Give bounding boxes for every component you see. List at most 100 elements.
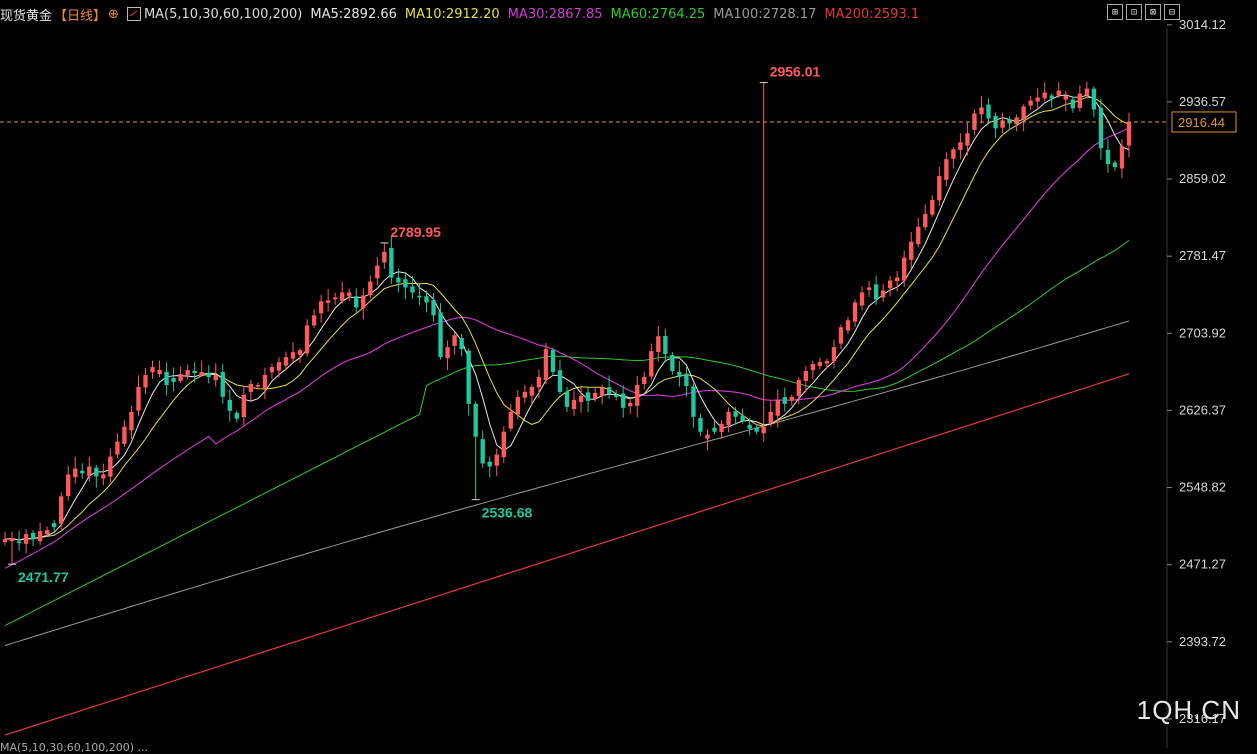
toolbar-fullscreen-icon[interactable]: ⊡	[1126, 4, 1142, 20]
candle-body	[916, 226, 921, 245]
candle-body	[852, 302, 858, 322]
ma-indicator-icon[interactable]	[126, 7, 141, 21]
candle-body	[663, 336, 668, 355]
candle-body	[410, 286, 415, 293]
candle-body	[87, 466, 92, 477]
candle-body	[248, 383, 254, 392]
candle-body	[122, 426, 127, 444]
candle-body	[887, 280, 893, 289]
instrument-title: 现货黄金	[0, 8, 53, 24]
candle-body	[937, 176, 942, 201]
candle-body	[642, 376, 647, 385]
candle-body	[389, 247, 394, 278]
candle-body	[621, 393, 626, 408]
candle-body	[199, 372, 204, 375]
candle-body	[108, 456, 113, 477]
candle-body	[23, 534, 29, 544]
candle-body	[297, 350, 303, 355]
candle-body	[986, 104, 991, 119]
ma60-line	[4, 239, 1130, 627]
candle-body	[782, 397, 787, 404]
candle-body	[1126, 122, 1132, 146]
add-indicator-icon[interactable]: ⊕	[108, 7, 119, 22]
period-selector[interactable]: 【日线】	[54, 5, 106, 24]
toolbar-minimize-icon[interactable]: ⊟	[1164, 4, 1180, 20]
candle-body	[255, 384, 261, 387]
candle-body	[866, 287, 872, 290]
candle-body	[838, 327, 844, 344]
ma200-value: MA200:2593.1	[824, 6, 920, 22]
candle-body	[227, 399, 232, 411]
candle-body	[1112, 162, 1118, 168]
candle-body	[438, 312, 443, 358]
candle-body	[311, 315, 317, 326]
candle-body	[902, 257, 907, 281]
ma60-value: MA60:2764.25	[610, 6, 706, 22]
candle-body	[94, 467, 99, 477]
candle-body	[431, 300, 436, 316]
candle-body	[347, 292, 352, 296]
candle-body	[747, 424, 752, 429]
candle-body	[515, 396, 521, 415]
candle-body	[178, 374, 183, 381]
candle-body	[1119, 146, 1125, 169]
candle-body	[1098, 107, 1104, 149]
candle-body	[452, 335, 457, 346]
candle-body	[1028, 100, 1033, 106]
ma100-value: MA100:2728.17	[713, 6, 817, 22]
candle-body	[909, 241, 914, 260]
candle-body	[164, 371, 169, 385]
candle-body	[59, 496, 64, 524]
toolbar-close-icon[interactable]: ⊠	[1145, 4, 1161, 20]
annotation-high-label: 2789.95	[390, 224, 441, 240]
candle-body	[192, 370, 197, 374]
candle-body	[831, 347, 837, 362]
candle-body	[571, 399, 577, 409]
ma-label: MA(5,10,30,60,100,200)	[143, 6, 303, 22]
y-tick-label: 2393.72	[1179, 634, 1226, 649]
candle-body	[796, 379, 802, 396]
candle-body	[684, 373, 689, 386]
candle-body	[670, 355, 675, 372]
candle-body	[157, 370, 162, 375]
candle-body	[487, 461, 492, 467]
candle-body	[923, 213, 928, 228]
ma200-line	[4, 373, 1130, 736]
ma5-line	[4, 94, 1130, 541]
candle-body	[1042, 92, 1047, 99]
candle-body	[810, 364, 816, 371]
candle-body	[824, 361, 830, 364]
candle-body	[213, 375, 218, 381]
candle-body	[51, 523, 57, 528]
candle-body	[480, 439, 485, 464]
candle-body	[220, 372, 225, 397]
candle-body	[37, 531, 43, 542]
candle-body	[761, 426, 766, 434]
candle-body	[880, 290, 886, 298]
candle-body	[873, 284, 879, 300]
price-chart[interactable]: 3014.122936.572859.022781.472703.922626.…	[0, 0, 1257, 748]
candle-body	[417, 295, 422, 298]
candle-body	[536, 376, 542, 388]
candle-body	[754, 427, 759, 432]
candle-body	[859, 292, 865, 306]
candle-body	[361, 295, 366, 309]
candle-body	[234, 412, 240, 419]
toolbar-grid-icon[interactable]: ⊞	[1107, 4, 1123, 20]
y-tick-label: 2936.57	[1179, 94, 1226, 109]
ma30-line	[4, 127, 1130, 569]
candle-body	[705, 434, 710, 439]
candle-body	[628, 402, 633, 407]
candle-body	[930, 199, 935, 215]
ma10-value: MA10:2912.20	[404, 6, 500, 22]
candle-body	[803, 371, 809, 382]
candle-body	[691, 386, 696, 417]
ma30-value: MA30:2867.85	[507, 6, 603, 22]
candle-body	[649, 351, 654, 377]
y-tick-label: 2471.27	[1179, 557, 1226, 572]
candle-body	[9, 538, 15, 542]
candle-body	[354, 296, 359, 308]
candle-body	[115, 441, 120, 455]
candle-body	[1077, 93, 1083, 108]
annotation-high-label: 2956.01	[770, 64, 821, 80]
